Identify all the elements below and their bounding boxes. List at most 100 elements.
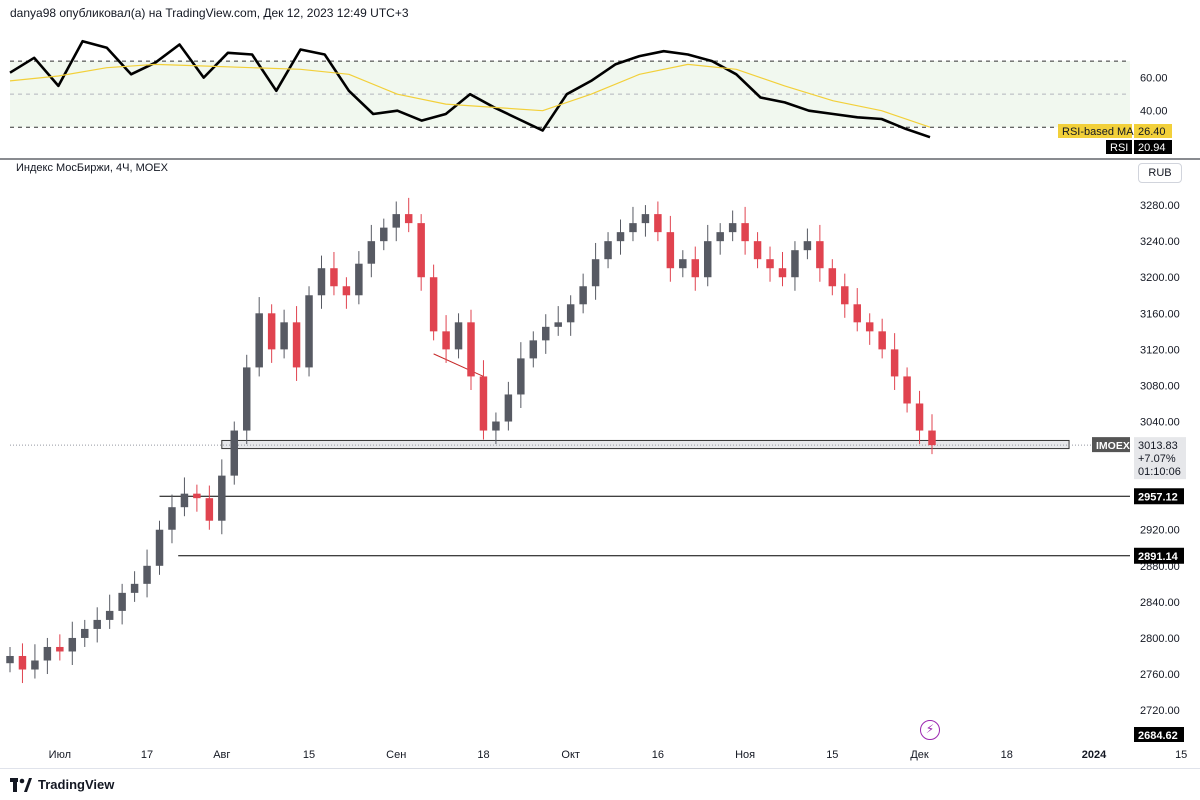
candle-body	[429, 277, 438, 332]
candle-body	[591, 259, 600, 287]
candle-body	[890, 349, 899, 377]
candle-body	[305, 295, 313, 368]
time-tick-label: 16	[652, 749, 664, 761]
candle-body	[791, 250, 799, 278]
candle-body	[716, 232, 724, 242]
time-axis[interactable]: Июл 17 Авг 15 Сен 18 Окт 16 Ноя 15 Дек 18 2024 15	[49, 749, 1188, 761]
candle-body	[654, 214, 662, 233]
candle-body	[143, 565, 151, 584]
candle-body	[803, 241, 812, 251]
price-tick-label: 3280.00	[1140, 200, 1180, 212]
last-price-label: 3013.83	[1138, 440, 1178, 452]
candle-body	[230, 430, 239, 476]
candle-body	[93, 619, 101, 629]
price-tick-label: 3160.00	[1140, 308, 1180, 320]
price-tick-label: 2920.00	[1140, 525, 1180, 537]
candle-body	[130, 583, 139, 593]
rsi-tick-label: 60.00	[1140, 73, 1168, 85]
candle-body	[903, 376, 911, 404]
candle-body	[878, 331, 886, 350]
candle-body	[242, 367, 251, 431]
candle-body	[816, 241, 824, 269]
candle-body	[517, 358, 525, 395]
candle-body	[367, 241, 376, 264]
time-tick-label: Дек	[910, 749, 929, 761]
chart-canvas[interactable]: 60.0040.00RSI-based MA26.40RSI20.943320.…	[0, 0, 1200, 768]
rsi-value-label: 20.94	[1138, 142, 1166, 154]
candle-body	[442, 331, 450, 350]
lightning-bolt-icon[interactable]: ⚡	[920, 720, 940, 740]
candle-body	[479, 376, 488, 431]
candle-body	[81, 628, 89, 638]
candle-body	[616, 232, 625, 242]
footer-brand: TradingView	[38, 777, 115, 792]
candle-body	[579, 286, 587, 305]
candle-body	[928, 430, 936, 446]
axis-bottom-label: 2684.62	[1138, 730, 1178, 742]
candle-body	[56, 646, 64, 652]
candle-body	[865, 322, 874, 332]
tradingview-logo-icon	[10, 777, 32, 792]
candle-body	[454, 322, 463, 350]
candle-body	[218, 475, 226, 521]
price-tick-label: 3080.00	[1140, 380, 1180, 392]
change-label: +7.07%	[1138, 453, 1176, 465]
rsi-ma-name-label: RSI-based MA	[1062, 126, 1134, 138]
candle-body	[778, 268, 787, 278]
candle-body	[741, 223, 749, 242]
candle-body	[193, 493, 201, 499]
candle-body	[417, 223, 425, 278]
candle-body	[317, 268, 326, 296]
candle-body	[766, 259, 774, 269]
price-tick-label: 2840.00	[1140, 597, 1180, 609]
candle-body	[542, 326, 550, 341]
rsi-ma-value-label: 26.40	[1138, 126, 1166, 138]
price-tick-label: 2720.00	[1140, 705, 1180, 717]
currency-button[interactable]: RUB	[1138, 163, 1182, 183]
candle-body	[6, 655, 14, 664]
candle-body	[691, 259, 700, 278]
time-tick-label: 15	[303, 749, 315, 761]
candle-body	[554, 322, 562, 327]
candle-body	[18, 655, 27, 670]
candle-body	[728, 223, 737, 233]
rsi-name-label: RSI	[1110, 142, 1128, 154]
candle-body	[205, 498, 214, 521]
candle-body	[853, 304, 861, 323]
candle-body	[504, 394, 513, 422]
candle-body	[118, 592, 126, 611]
candle-body	[105, 610, 114, 620]
candle-body	[292, 322, 301, 368]
symbol-title: Индекс МосБиржи, 4Ч, MOEX	[16, 162, 168, 174]
candle-body	[342, 286, 351, 296]
time-tick-label: 15	[826, 749, 838, 761]
candle-body	[467, 322, 475, 377]
support-zone	[221, 439, 1070, 450]
price-pane[interactable]	[6, 197, 1130, 684]
candle-body	[43, 646, 52, 661]
candle-body	[168, 507, 176, 530]
time-tick-label: 18	[477, 749, 489, 761]
candle-body	[255, 313, 263, 368]
candle-body	[529, 340, 538, 359]
candle-body	[566, 304, 575, 323]
level-price-label: 2891.14	[1138, 551, 1179, 563]
candle-body	[330, 268, 338, 287]
candle-body	[915, 403, 924, 431]
time-tick-label: Сен	[386, 749, 406, 761]
time-tick-label: 2024	[1082, 749, 1107, 761]
candle-body	[267, 313, 276, 350]
candle-body	[666, 232, 675, 269]
candle-body	[841, 286, 849, 305]
price-tick-label: 3040.00	[1140, 417, 1180, 429]
time-tick-label: 17	[141, 749, 153, 761]
rsi-pane[interactable]	[0, 39, 1200, 160]
candle-body	[828, 268, 837, 287]
price-tick-label: 2760.00	[1140, 669, 1180, 681]
candle-body	[180, 493, 189, 508]
level-price-label: 2957.12	[1138, 491, 1178, 503]
candle-body	[280, 322, 288, 350]
candle-body	[492, 421, 500, 431]
price-tick-label: 3200.00	[1140, 272, 1180, 284]
candle-body	[703, 241, 712, 278]
